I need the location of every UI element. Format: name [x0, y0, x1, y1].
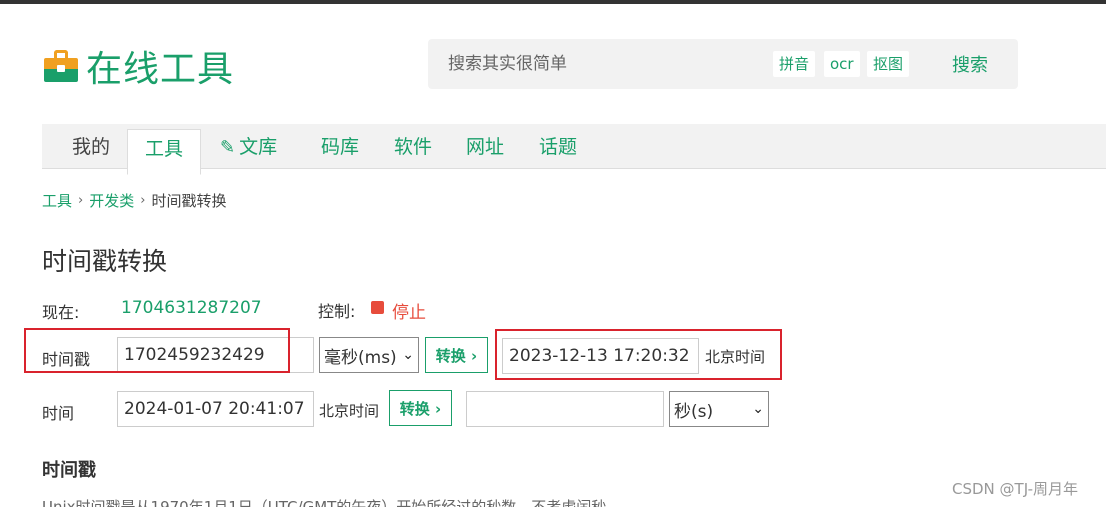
time-unit-value: 秒(s) — [674, 401, 714, 422]
current-timestamp: 1704631287207 — [121, 298, 262, 318]
search-tag-cutout[interactable]: 抠图 — [867, 51, 910, 77]
time-input[interactable] — [117, 391, 314, 427]
section-description: Unix时间戳是从1970年1月1日（UTC/GMT的午夜）开始所经过的秒数，不… — [42, 498, 622, 507]
now-label: 现在: — [42, 303, 80, 322]
nav-item-library[interactable]: ✎ 文库 — [220, 124, 277, 169]
time-output[interactable] — [466, 391, 664, 427]
stop-button[interactable]: 停止 — [392, 298, 426, 323]
timestamp-unit-value: 毫秒(ms) — [324, 347, 397, 368]
search-tag-pinyin[interactable]: 拼音 — [773, 51, 816, 77]
timestamp-unit-select[interactable]: 毫秒(ms) ⌄ — [319, 337, 419, 373]
nav-item-tools[interactable]: 工具 — [127, 129, 201, 175]
search-input[interactable] — [428, 39, 768, 89]
nav-item-topics[interactable]: 话题 — [539, 124, 577, 169]
highlight-box-timestamp-input — [24, 328, 290, 373]
highlight-box-timestamp-output — [495, 329, 782, 380]
breadcrumb-current: 时间戳转换 — [151, 192, 227, 210]
logo-text: 在线工具 — [86, 49, 235, 90]
nav-item-mine[interactable]: 我的 — [72, 124, 110, 169]
time-tz-label: 北京时间 — [319, 402, 380, 420]
breadcrumb-separator: › — [78, 193, 84, 208]
main-nav: 我的 工具 ✎ 文库 码库 软件 网址 话题 — [42, 124, 1106, 175]
breadcrumb-separator: › — [140, 193, 146, 208]
site-logo[interactable]: 在线工具 — [44, 44, 234, 90]
pen-icon: ✎ — [220, 137, 236, 158]
nav-item-code[interactable]: 码库 — [321, 124, 359, 169]
toolbox-icon — [44, 50, 78, 82]
time-unit-select[interactable]: 秒(s) ⌄ — [669, 391, 769, 427]
time-label: 时间 — [42, 404, 75, 423]
convert-timestamp-button[interactable]: 转换 › — [425, 337, 488, 373]
breadcrumb: 工具 › 开发类 › 时间戳转换 — [42, 190, 226, 211]
nav-item-library-label: 文库 — [239, 136, 278, 158]
breadcrumb-dev[interactable]: 开发类 — [89, 190, 134, 211]
top-border — [0, 0, 1106, 4]
search-button[interactable]: 搜索 — [925, 43, 1015, 85]
stop-icon[interactable] — [371, 301, 384, 314]
nav-item-software[interactable]: 软件 — [394, 124, 432, 169]
convert-time-button[interactable]: 转换 › — [389, 390, 452, 426]
section-title: 时间戳 — [42, 460, 96, 481]
control-label: 控制: — [318, 302, 356, 321]
chevron-down-icon: ⌄ — [752, 401, 764, 417]
breadcrumb-tools[interactable]: 工具 — [42, 190, 72, 211]
watermark: CSDN @TJ-周月年 — [952, 480, 1078, 498]
search-bar: 拼音 ocr 抠图 搜索 — [428, 39, 1018, 89]
chevron-down-icon: ⌄ — [402, 347, 414, 363]
search-tag-ocr[interactable]: ocr — [824, 51, 860, 77]
nav-item-urls[interactable]: 网址 — [466, 124, 504, 169]
page-title: 时间戳转换 — [42, 247, 168, 276]
